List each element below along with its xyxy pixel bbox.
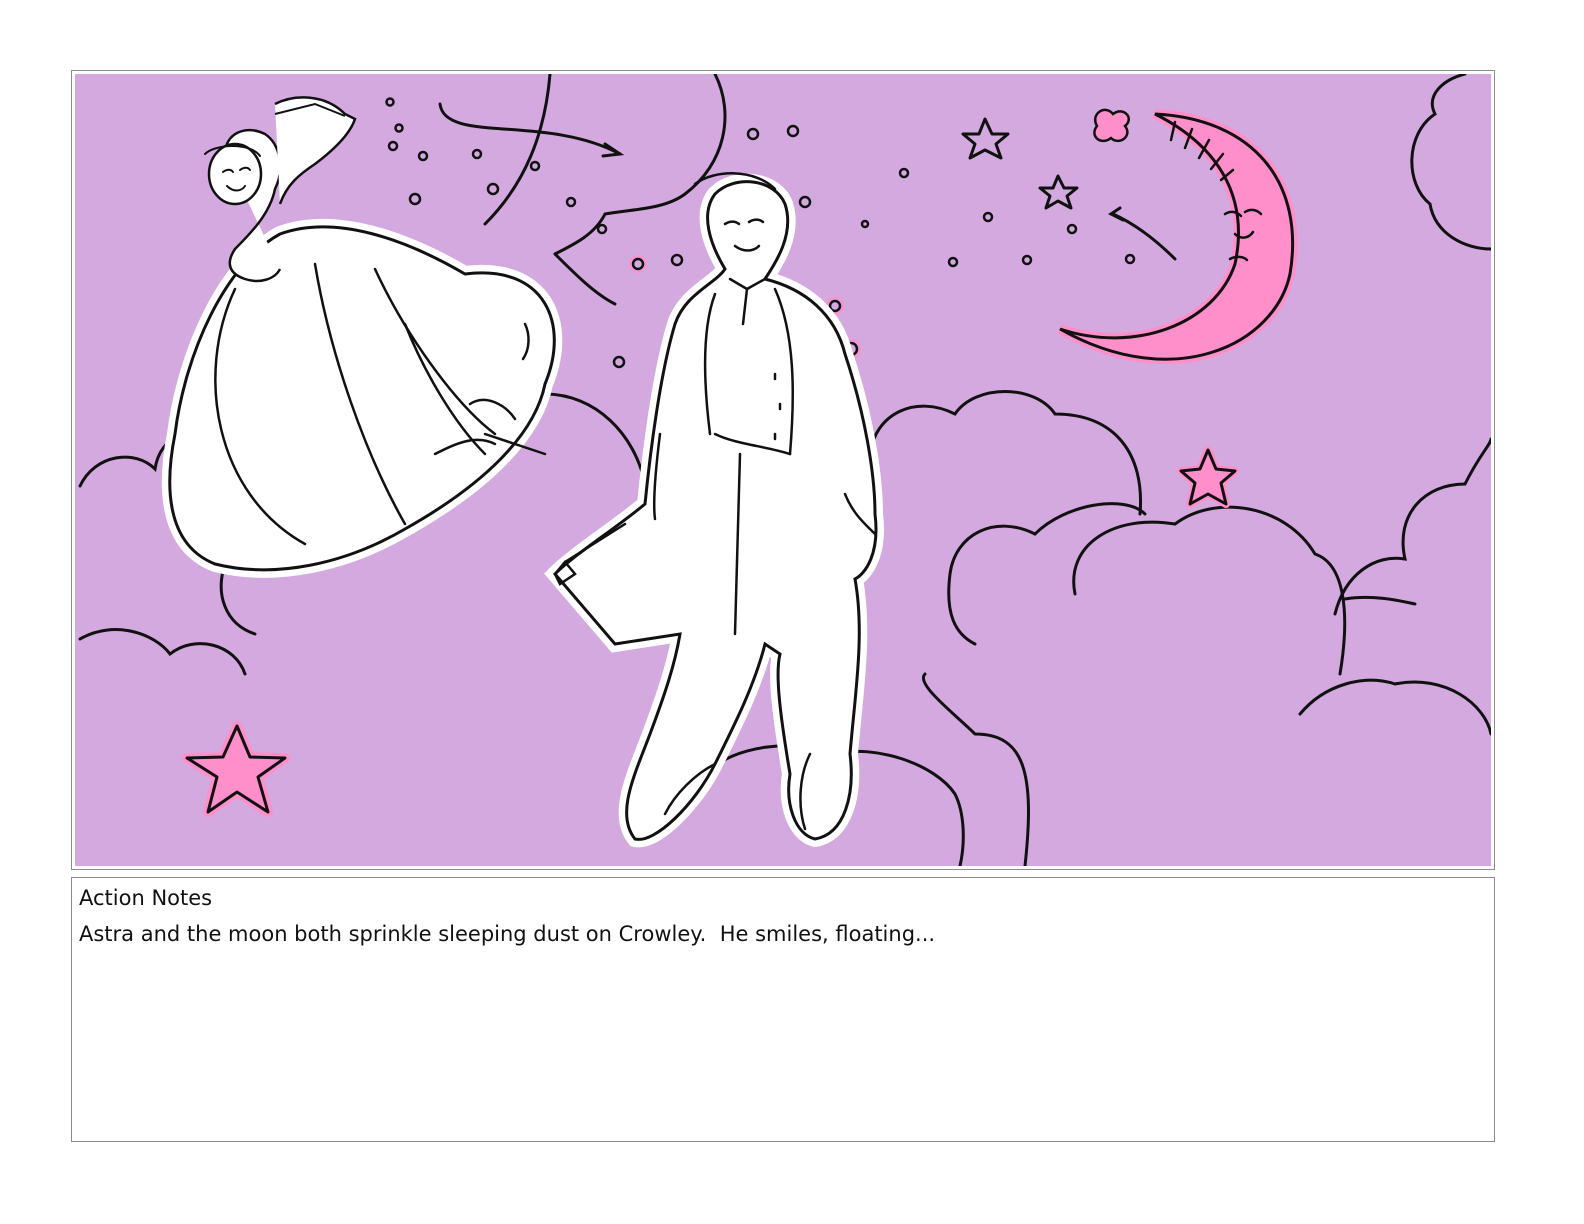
- crescent-moon-character: [1057, 108, 1298, 365]
- storyboard-panel-illustration: [75, 74, 1491, 866]
- action-notes-label: Action Notes: [79, 886, 213, 910]
- crowley-character: [544, 172, 884, 848]
- motion-arrows: [438, 102, 1177, 261]
- storyboard-panel-frame: [71, 70, 1495, 870]
- action-notes-box: Action Notes Astra and the moon both spr…: [71, 877, 1495, 1142]
- action-notes-text: Astra and the moon both sprinkle sleepin…: [79, 922, 936, 946]
- astra-character: [161, 96, 563, 578]
